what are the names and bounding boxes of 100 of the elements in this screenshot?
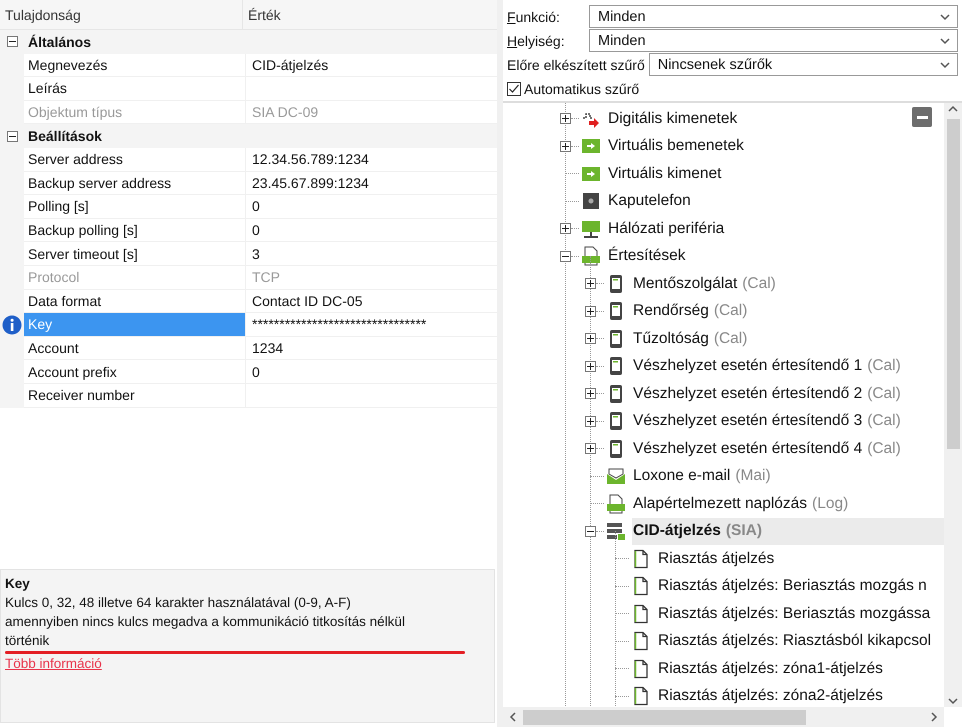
expander-button[interactable] (585, 360, 596, 372)
filter-dropdown[interactable]: Minden (589, 5, 958, 28)
item-name: Vészhelyzet esetén értesítendő 3 (633, 412, 862, 430)
collapse-all-button[interactable] (912, 107, 932, 127)
item-type: (Cal) (714, 330, 748, 348)
item-name: Alapértelmezett naplózás (633, 494, 808, 513)
property-name[interactable]: Megnevezés (24, 54, 246, 78)
expander-button[interactable] (6, 130, 18, 142)
expander-button[interactable] (585, 526, 596, 537)
property-name[interactable]: Account (24, 336, 246, 360)
expander-button[interactable] (560, 223, 571, 234)
property-value[interactable]: CID-átjelzés (246, 54, 497, 78)
item-name: Riasztás átjelzés: Riasztásból kikapcsol (658, 632, 932, 650)
property-value[interactable]: Contact ID DC-05 (246, 290, 497, 314)
expander-button[interactable] (585, 333, 596, 344)
expander-button[interactable] (585, 388, 596, 400)
item-type: (Mai) (735, 467, 771, 486)
expander-button[interactable] (560, 140, 571, 152)
tree-item[interactable]: Riasztás átjelzés: zóna1-átjelzés (657, 655, 944, 682)
property-value[interactable]: ******************************** (246, 313, 497, 337)
checkbox-label[interactable]: Automatikus szűrő (524, 81, 640, 97)
vertical-scrollbar[interactable] (944, 103, 962, 707)
expander-button[interactable] (6, 36, 18, 48)
server-icon (606, 521, 626, 542)
property-name[interactable]: Server timeout [s] (24, 242, 246, 266)
speaker-box-icon (581, 191, 601, 212)
tree-item[interactable]: Riasztás átjelzés: Riasztásból kikapcsol (657, 628, 944, 655)
tree-item[interactable]: Vészhelyzet esetén értesítendő 2 (Cal) (632, 380, 944, 408)
envelope-icon (606, 466, 626, 486)
item-type: (Cal) (867, 440, 901, 458)
expander-button[interactable] (560, 250, 571, 262)
item-name: Rendőrség (633, 302, 709, 320)
item-name: Hálózati periféria (608, 220, 724, 238)
tree-item[interactable]: Tűzoltóság (Cal) (632, 325, 944, 352)
property-name[interactable]: Backup server address (24, 172, 246, 196)
item-name: Vészhelyzet esetén értesítendő 1 (633, 357, 862, 376)
property-name[interactable]: Leírás (24, 77, 246, 101)
property-value[interactable]: 12.34.56.789:1234 (246, 148, 497, 172)
checkbox[interactable] (507, 82, 521, 96)
expander-button[interactable] (585, 306, 596, 317)
expander-button[interactable] (585, 278, 596, 290)
property-name[interactable]: Backup polling [s] (24, 218, 246, 242)
column-header[interactable]: Tulajdonság (0, 6, 81, 22)
expander-button[interactable] (560, 113, 571, 124)
tree-item[interactable]: Riasztás átjelzés (657, 545, 944, 572)
description-text: amennyiben nincs kulcs megadva a kommunikáció titkosítás nélkül történik (5, 613, 406, 650)
property-value[interactable]: 3 (246, 242, 497, 266)
description-title: Key (5, 575, 31, 593)
item-type: (Cal) (867, 384, 901, 403)
tree-item[interactable]: Riasztás átjelzés: Beriasztás mozgássa (657, 600, 944, 628)
item-type: (Cal) (714, 302, 748, 320)
item-name: Tűzoltóság (633, 330, 709, 348)
tree-item[interactable]: Riasztás átjelzés: Beriasztás mozgás n (657, 572, 944, 600)
property-value[interactable]: 0 (246, 218, 497, 242)
tree-item[interactable]: Értesítések (607, 242, 944, 270)
tree-item[interactable]: Hálózati periféria (607, 215, 944, 242)
description-text: Kulcs 0, 32, 48 illetve 64 karakter használatával (0-9, A-F) (5, 594, 352, 612)
filter-label: Helyiség: (507, 32, 566, 48)
property-value[interactable]: 1234 (246, 336, 497, 360)
tree-item[interactable]: Digitális kimenetek (607, 105, 944, 132)
item-name: Értesítések (608, 247, 686, 266)
expander-button[interactable] (585, 416, 596, 427)
tree-item[interactable]: Vészhelyzet esetén értesítendő 1 (Cal) (632, 352, 944, 380)
tree-item[interactable]: Vészhelyzet esetén értesítendő 4 (Cal) (632, 435, 944, 462)
item-name: Vészhelyzet esetén értesítendő 4 (633, 440, 862, 458)
tree-item[interactable]: CID-átjelzés (SIA) (632, 518, 944, 545)
property-value[interactable]: 23.45.67.899:1234 (246, 172, 497, 196)
property-name[interactable]: Account prefix (24, 360, 246, 384)
item-type: (Cal) (867, 412, 901, 430)
filter-dropdown[interactable]: Nincsenek szűrők (648, 53, 958, 76)
tree-item[interactable]: Mentőszolgálat (Cal) (632, 270, 944, 298)
item-name: Virtuális kimenet (608, 164, 722, 183)
tree-item[interactable]: Riasztás átjelzés: zóna2-átjelzés (657, 682, 944, 707)
property-value[interactable]: 0 (246, 195, 497, 219)
more-info-link[interactable]: Több információ (5, 656, 102, 671)
category-title: Beállítások (27, 128, 102, 144)
property-name[interactable]: Server address (24, 148, 246, 172)
tree-item[interactable]: Vészhelyzet esetén értesítendő 3 (Cal) (632, 408, 944, 435)
tree-item[interactable]: Rendőrség (Cal) (632, 298, 944, 325)
tree-item[interactable]: Loxone e-mail (Mai) (632, 462, 944, 490)
column-header[interactable]: Érték (243, 6, 281, 22)
tree-item[interactable]: Virtuális bemenetek (607, 132, 944, 160)
horizontal-scrollbar[interactable] (503, 707, 944, 727)
log-file-icon (606, 494, 626, 514)
log-file-icon (581, 246, 601, 266)
filter-label: Előre elkészített szűrő (507, 56, 645, 72)
property-value[interactable]: 0 (246, 360, 497, 384)
info-icon (2, 314, 22, 335)
item-type: (SIA) (726, 522, 762, 540)
property-name[interactable]: Data format (24, 290, 246, 314)
property-name[interactable]: Receiver number (24, 384, 246, 408)
item-name: Loxone e-mail (633, 467, 730, 486)
property-name[interactable]: Polling [s] (24, 195, 246, 219)
expander-button[interactable] (585, 443, 596, 454)
item-name: Vészhelyzet esetén értesítendő 2 (633, 384, 862, 403)
tree-item[interactable]: Virtuális kimenet (607, 160, 944, 188)
item-name: Riasztás átjelzés: zóna2-átjelzés (658, 687, 883, 706)
tree-item[interactable]: Kaputelefon (607, 188, 944, 215)
filter-dropdown[interactable]: Minden (589, 29, 958, 52)
tree-item[interactable]: Alapértelmezett naplózás (Log) (632, 490, 944, 518)
